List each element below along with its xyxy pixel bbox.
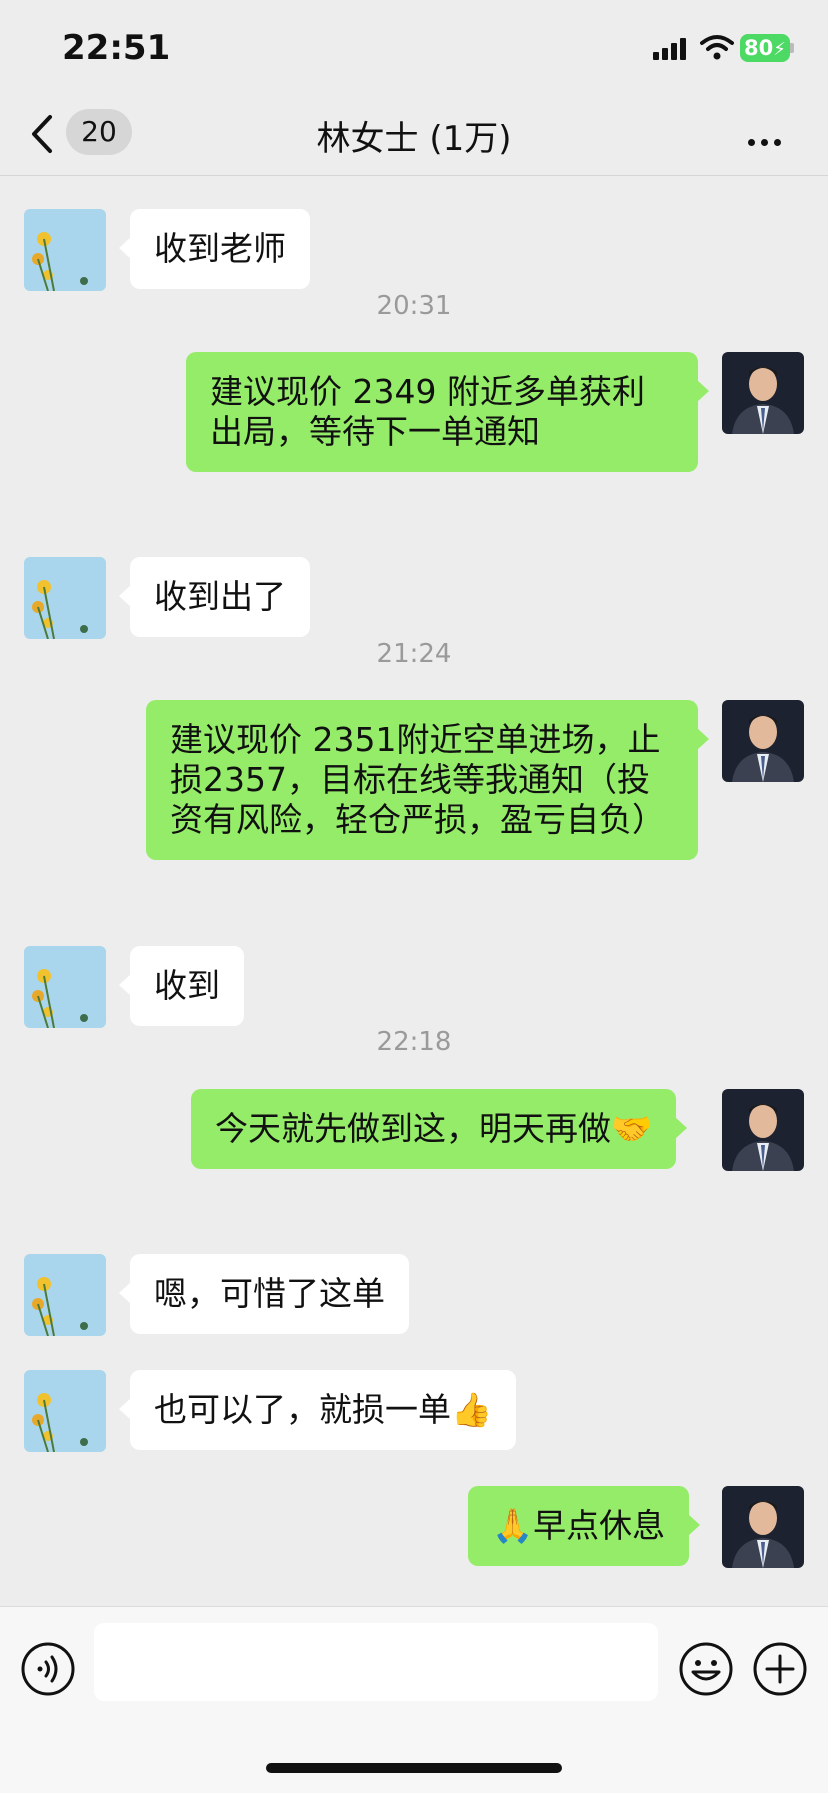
message-timestamp: 21:24 <box>376 639 452 669</box>
incoming-message[interactable]: 收到 <box>119 946 244 1026</box>
message-input-bar <box>0 1606 828 1793</box>
status-time: 22:51 <box>62 28 171 68</box>
message-text-input[interactable] <box>94 1623 658 1701</box>
battery-tip <box>790 43 794 53</box>
chat-title: 林女士 (1万) <box>316 119 512 159</box>
flower-avatar[interactable] <box>24 209 106 291</box>
battery-level: 80 <box>744 36 774 60</box>
message-timestamp: 22:18 <box>376 1027 452 1057</box>
man-in-suit-avatar[interactable] <box>722 352 804 434</box>
incoming-message[interactable]: 收到老师 <box>119 209 310 289</box>
message-timestamp: 20:31 <box>376 291 452 321</box>
wifi-icon <box>700 35 734 60</box>
man-in-suit-avatar[interactable] <box>722 1089 804 1171</box>
incoming-message[interactable]: 也可以了，就损一单👍 <box>118 1370 517 1450</box>
outgoing-message[interactable]: 建议现价 2349 附近多单获利出局，等待下一单通知 <box>186 352 709 472</box>
incoming-message[interactable]: 嗯，可惜了这单 <box>119 1254 409 1334</box>
battery-indicator: 80⚡ <box>740 34 790 62</box>
home-indicator <box>266 1763 562 1773</box>
voice-input-icon[interactable] <box>20 1641 76 1697</box>
man-in-suit-avatar[interactable] <box>722 700 804 782</box>
add-attachment-icon[interactable] <box>752 1641 808 1697</box>
emoji-icon[interactable] <box>678 1641 734 1697</box>
man-in-suit-avatar[interactable] <box>722 1486 804 1568</box>
flower-avatar[interactable] <box>24 1370 106 1452</box>
flower-avatar[interactable] <box>24 946 106 1028</box>
flower-avatar[interactable] <box>24 1254 106 1336</box>
charging-bolt-icon: ⚡ <box>773 39 786 60</box>
flower-avatar[interactable] <box>24 557 106 639</box>
message-list: 收到老师 20:31 建议现价 2349 附近多单获利出局，等待下一单通知 收到… <box>0 176 828 1606</box>
outgoing-message[interactable]: 🙏早点休息 <box>468 1486 701 1566</box>
status-bar: 22:51 80⚡ <box>0 0 828 95</box>
incoming-message[interactable]: 收到出了 <box>119 557 310 637</box>
more-options-icon[interactable] <box>748 131 787 150</box>
outgoing-message[interactable]: 今天就先做到这，明天再做🤝 <box>191 1089 688 1169</box>
outgoing-message[interactable]: 建议现价 2351附近空单进场，止损2357，目标在线等我通知（投资有风险，轻仓… <box>146 700 709 860</box>
chat-header: 20 林女士 (1万) <box>0 95 828 176</box>
cellular-signal-icon <box>653 38 686 60</box>
